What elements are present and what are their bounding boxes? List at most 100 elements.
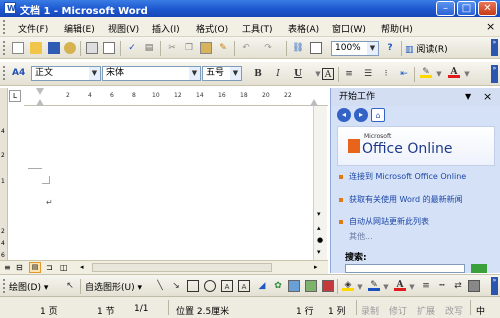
insert-hyperlink-icon[interactable]: ⛓ [292, 42, 304, 54]
minimize-button[interactable]: – [436, 1, 455, 16]
font-color-dropdown-icon[interactable]: ▼ [461, 68, 473, 80]
spelling-icon[interactable]: ✓ [126, 42, 138, 54]
text-box-icon[interactable]: A [221, 280, 233, 292]
web-layout-icon[interactable]: ⊟ [16, 263, 23, 272]
tables-borders-icon[interactable] [310, 42, 322, 54]
draw-menu[interactable]: 绘图(D) ▾ [9, 280, 48, 293]
back-icon[interactable]: ◂ [337, 108, 351, 122]
permission-icon[interactable] [64, 42, 76, 54]
bold-button[interactable]: B [252, 68, 264, 80]
drawing-toolbar-chevron[interactable]: » [491, 277, 498, 295]
formatting-toolbar-grip[interactable] [3, 66, 6, 80]
autoshapes-menu[interactable]: 自选图形(U) ▾ [85, 280, 142, 293]
font-size-select[interactable]: 五号 ▼ [202, 66, 242, 81]
select-browse-object-icon[interactable]: ● [317, 236, 323, 244]
line-color-icon[interactable]: ✎ [368, 279, 380, 291]
next-page-icon[interactable]: ▾ [317, 248, 321, 256]
maximize-button[interactable]: □ [457, 1, 476, 16]
horizontal-ruler[interactable]: 2 4 6 8 10 12 14 16 18 20 22 [24, 88, 328, 106]
scroll-right-icon[interactable]: ▸ [314, 263, 318, 271]
scroll-down-icon[interactable]: ▾ [317, 210, 321, 218]
select-objects-icon[interactable]: ↖ [64, 280, 76, 292]
font-size-dropdown-icon[interactable]: ▼ [230, 67, 241, 80]
font-dropdown-icon[interactable]: ▼ [189, 67, 200, 80]
character-border-button[interactable]: A [322, 68, 334, 80]
numbering-icon[interactable]: ☰ [362, 68, 374, 80]
print-layout-icon[interactable]: ▤ [29, 262, 41, 273]
reading-layout-icon[interactable]: ◫ [60, 263, 68, 272]
insert-picture-icon[interactable] [305, 280, 317, 292]
search-go-button[interactable] [471, 264, 487, 273]
first-line-indent-marker[interactable] [36, 88, 44, 95]
copy-icon[interactable]: ❐ [183, 42, 195, 54]
highlight-dropdown-icon[interactable]: ▼ [433, 68, 445, 80]
menu-format[interactable]: 格式(O) [196, 22, 228, 35]
open-folder-icon[interactable] [30, 42, 42, 54]
vertical-scrollbar[interactable]: ▾ ▴ ● ▾ [313, 106, 327, 260]
normal-view-icon[interactable]: ≡ [4, 263, 11, 272]
menu-edit[interactable]: 编辑(E) [64, 22, 95, 35]
cut-icon[interactable]: ✂ [166, 42, 178, 54]
link-auto-update[interactable]: 自动从网站更新此列表 [349, 217, 489, 227]
close-document-button[interactable]: × [486, 20, 495, 33]
save-icon[interactable] [48, 42, 60, 54]
line-icon[interactable]: ╲ [154, 280, 166, 292]
font-select[interactable]: 宋体 ▼ [102, 66, 201, 81]
drawing-font-color-dropdown-icon[interactable]: ▼ [406, 281, 418, 293]
outline-view-icon[interactable]: ⊐ [46, 263, 53, 272]
shadow-style-icon[interactable] [322, 280, 334, 292]
print-icon[interactable] [86, 42, 98, 54]
scroll-left-icon[interactable]: ◂ [80, 263, 84, 271]
menu-file[interactable]: 文件(F) [18, 22, 48, 35]
menu-tools[interactable]: 工具(T) [242, 22, 273, 35]
line-color-dropdown-icon[interactable]: ▼ [380, 281, 392, 293]
link-connect-office-online[interactable]: 连接到 Microsoft Office Online [349, 172, 489, 182]
format-painter-icon[interactable]: ✎ [217, 42, 229, 54]
link-more[interactable]: 其他... [349, 232, 489, 242]
status-track-changes[interactable]: 修订 [389, 304, 407, 317]
horizontal-scroll-thumb[interactable] [92, 263, 272, 272]
fill-color-dropdown-icon[interactable]: ▼ [354, 281, 366, 293]
toolbar-options-chevron[interactable]: » [491, 39, 498, 56]
zoom-select[interactable]: 100% ▼ [331, 41, 379, 56]
print-preview-icon[interactable] [103, 42, 115, 54]
horizontal-scrollbar[interactable]: ≡ ⊟ ▤ ⊐ ◫ ◂ ▸ [0, 260, 328, 274]
tab-selector-button[interactable]: L [9, 90, 21, 102]
menu-grip[interactable] [3, 20, 6, 34]
home-icon[interactable]: ⌂ [371, 108, 385, 122]
highlight-icon[interactable]: ✎ [420, 66, 432, 78]
status-extend[interactable]: 扩展 [417, 304, 435, 317]
style-select[interactable]: 正文 ▼ [31, 66, 101, 81]
styles-formatting-icon[interactable]: A4 [12, 68, 25, 78]
right-indent-marker[interactable] [310, 99, 318, 106]
menu-table[interactable]: 表格(A) [288, 22, 319, 35]
shadow-icon[interactable] [468, 280, 480, 292]
menu-window[interactable]: 窗口(W) [332, 22, 366, 35]
underline-button[interactable]: U [292, 68, 304, 80]
close-button[interactable]: ✕ [478, 1, 497, 16]
link-latest-news[interactable]: 获取有关使用 Word 的最新新闻 [349, 195, 489, 205]
bullets-icon[interactable]: ⁝ [380, 68, 392, 80]
menu-view[interactable]: 视图(V) [108, 22, 139, 35]
dash-style-icon[interactable]: ┅ [436, 280, 448, 292]
drawing-toolbar-grip[interactable] [3, 279, 6, 293]
undo-icon[interactable]: ↶ [240, 42, 252, 54]
research-icon[interactable]: ▤ [143, 42, 155, 54]
diagram-icon[interactable]: ✿ [272, 280, 284, 292]
help-icon[interactable]: ? [384, 42, 396, 54]
menu-insert[interactable]: 插入(I) [152, 22, 180, 35]
align-justify-icon[interactable]: ≡ [343, 68, 355, 80]
read-mode-button[interactable]: ▥ 阅读(R) [405, 42, 448, 55]
vertical-ruler[interactable]: 4 2 1 2 4 6 [0, 88, 8, 260]
clip-art-icon[interactable] [288, 280, 300, 292]
line-style-icon[interactable]: ≡ [420, 280, 432, 292]
task-pane-close-button[interactable]: × [483, 88, 492, 106]
status-record[interactable]: 录制 [361, 304, 379, 317]
wordart-icon[interactable]: ◢ [256, 280, 268, 292]
format-toolbar-chevron[interactable]: » [491, 65, 498, 83]
fill-color-icon[interactable]: ◈ [342, 279, 354, 291]
document-page[interactable]: ↵ [8, 106, 313, 260]
search-input[interactable] [345, 264, 465, 273]
menu-help[interactable]: 帮助(H) [381, 22, 413, 35]
rectangle-icon[interactable] [187, 280, 199, 292]
